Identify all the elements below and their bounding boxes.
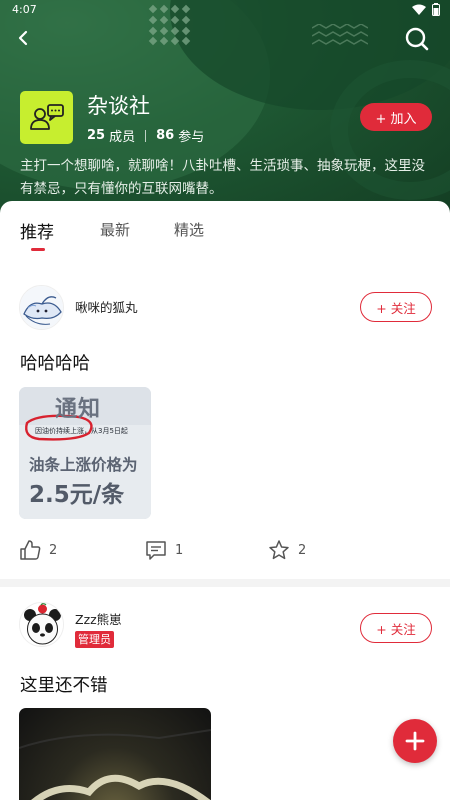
- search-button[interactable]: [404, 26, 430, 52]
- star-icon: [269, 540, 289, 560]
- neon-sign-image: [19, 729, 211, 800]
- thumbs-up-icon: [20, 540, 41, 560]
- status-time: 4:07: [12, 3, 37, 16]
- feed-panel: 推荐 最新 精选 啾咪的狐丸 + 关注 哈哈哈哈 通知 因油价持续上涨，从3月5…: [0, 201, 450, 800]
- favorite-count: 2: [298, 542, 307, 558]
- comment-button[interactable]: 1: [145, 539, 183, 561]
- tab-bar: 推荐 最新 精选: [0, 201, 450, 263]
- wifi-icon: [412, 4, 426, 15]
- group-header: 4:07 杂谈社 25 成员 86 参与 + 加入 主打一个想聊啥，就聊啥！八卦…: [0, 0, 450, 232]
- stats-divider: [145, 129, 147, 142]
- notice-heading: 通知: [55, 397, 102, 422]
- favorite-button[interactable]: 2: [268, 539, 306, 561]
- comment-icon: [146, 541, 166, 560]
- members-count: 25: [87, 128, 106, 143]
- join-button[interactable]: + 加入: [360, 103, 432, 131]
- back-button[interactable]: [12, 26, 36, 50]
- notice-text: 因油价持续上涨，从3月5日起: [35, 427, 128, 435]
- author-name[interactable]: 啾咪的狐丸: [75, 297, 138, 316]
- members-label: 成员: [109, 130, 136, 145]
- plus-icon: [405, 731, 425, 751]
- follow-button[interactable]: + 关注: [360, 292, 432, 322]
- post-image[interactable]: [19, 708, 211, 800]
- comment-count: 1: [175, 542, 184, 558]
- group-description: 主打一个想聊啥，就聊啥！八卦吐槽、生活琐事、抽象玩梗，这里没有禁忌，只有懂你的互…: [20, 158, 425, 197]
- participants-count: 86: [156, 128, 175, 143]
- tab-recommended[interactable]: 推荐: [20, 218, 54, 243]
- chat-user-icon: [29, 103, 64, 130]
- author-avatar[interactable]: [19, 285, 64, 330]
- group-stats: 25 成员 86 参与: [87, 126, 204, 145]
- post-separator: [0, 579, 450, 587]
- group-avatar: [20, 91, 73, 144]
- active-tab-indicator: [31, 248, 45, 251]
- create-post-fab[interactable]: [393, 719, 437, 763]
- zigzag-pattern: [312, 24, 368, 45]
- search-icon: [405, 27, 429, 51]
- like-count: 2: [49, 542, 58, 558]
- tab-latest[interactable]: 最新: [100, 219, 130, 240]
- post-title[interactable]: 这里还不错: [20, 672, 108, 697]
- panda-avatar-image: [20, 603, 63, 646]
- avatar-image: [20, 286, 63, 329]
- tab-featured[interactable]: 精选: [174, 219, 204, 240]
- author-avatar[interactable]: [19, 602, 64, 647]
- battery-icon: [432, 3, 440, 16]
- post-image[interactable]: 通知 因油价持续上涨，从3月5日起 油条上涨价格为 2.5元/条: [19, 387, 151, 519]
- notice-line2: 2.5元/条: [29, 482, 125, 508]
- admin-badge: 管理员: [75, 631, 114, 648]
- like-button[interactable]: 2: [19, 539, 57, 561]
- post-actions: 2 1 2: [19, 539, 439, 563]
- notice-line1: 油条上涨价格为: [29, 456, 138, 474]
- group-name: 杂谈社: [87, 94, 150, 118]
- status-bar: 4:07: [0, 0, 450, 20]
- post-title[interactable]: 哈哈哈哈: [20, 350, 90, 375]
- participants-label: 参与: [178, 130, 205, 145]
- follow-button[interactable]: + 关注: [360, 613, 432, 643]
- author-name[interactable]: Zzz熊崽: [75, 609, 122, 628]
- back-arrow-icon: [18, 30, 28, 46]
